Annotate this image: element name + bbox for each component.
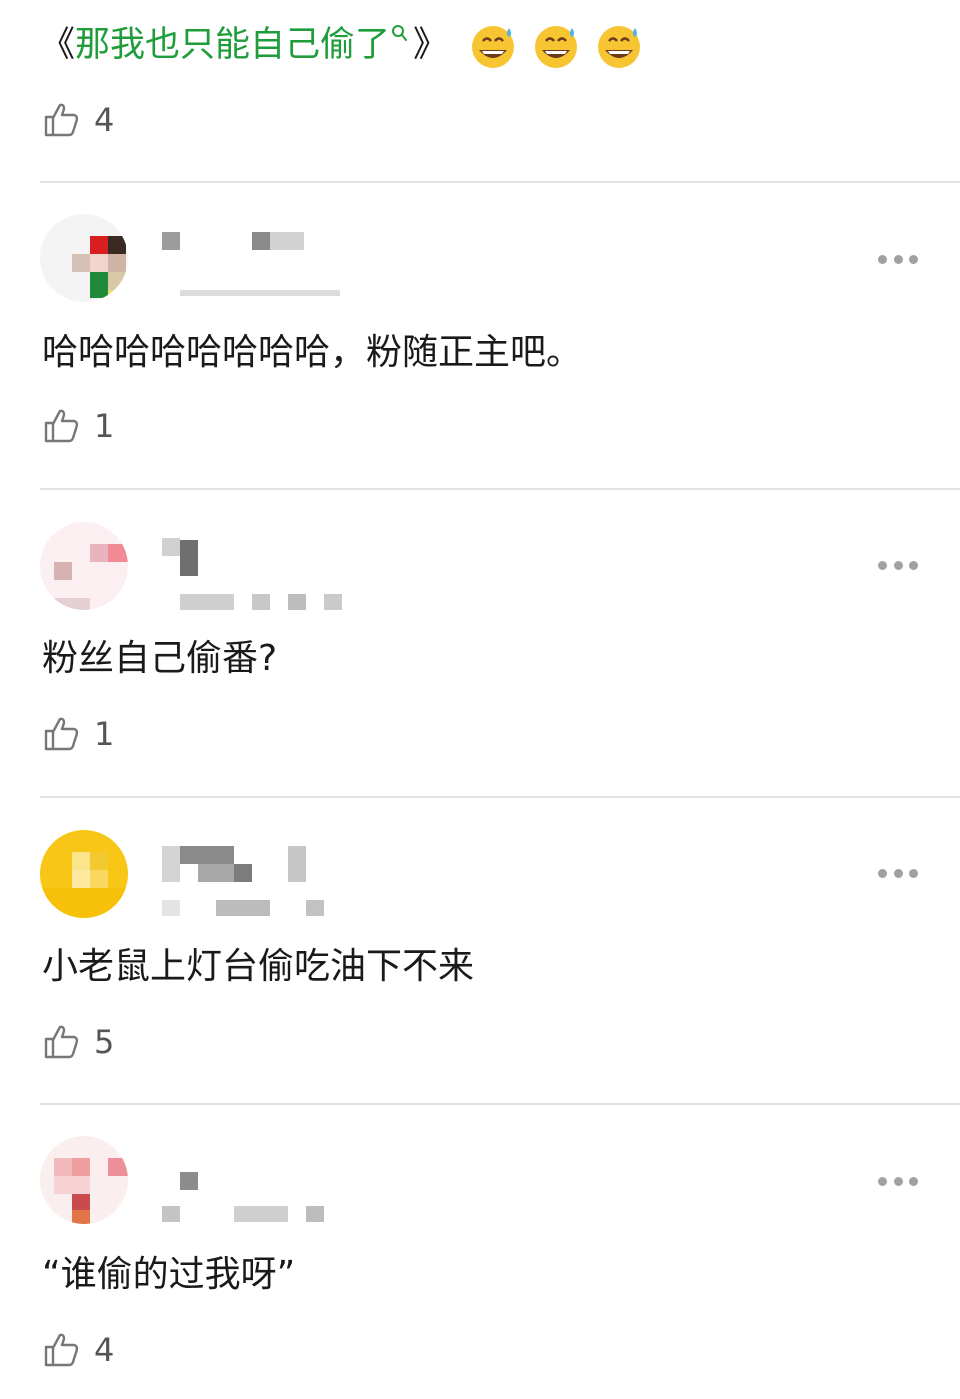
more-options-button[interactable] [878,560,918,570]
top-comment-text: 《那我也只能自己偷了》 [40,22,647,70]
username-redacted [234,864,252,882]
username-redacted [198,864,234,882]
meta-redacted [252,594,270,610]
meta-redacted [234,1206,288,1222]
username-redacted [270,232,304,250]
emoji-row [469,22,647,70]
meta-redacted [306,1206,324,1222]
avatar[interactable] [40,1136,128,1224]
comment-item: “谁偷的过我呀” 4 [0,1134,960,1399]
meta-redacted [216,900,270,916]
like-button[interactable]: 4 [42,98,114,142]
more-options-button[interactable] [878,1176,918,1186]
avatar[interactable] [40,214,128,302]
meta-redacted [324,594,342,610]
meta-redacted [288,594,306,610]
comment-text: 粉丝自己偷番? [42,638,278,679]
username-redacted [252,232,270,250]
like-button[interactable]: 4 [42,1328,114,1372]
more-options-button[interactable] [878,868,918,878]
like-count: 5 [94,1023,115,1061]
avatar[interactable] [40,522,128,610]
open-bracket: 《 [40,25,76,65]
comment-item: 哈哈哈哈哈哈哈哈，粉随正主吧。 1 [0,212,960,490]
top-comment: 《那我也只能自己偷了》 [40,14,940,74]
like-button[interactable]: 5 [42,1020,114,1064]
like-count: 4 [94,101,115,139]
meta-redacted [306,900,324,916]
divider [40,796,960,798]
username-redacted [180,540,198,576]
divider [40,488,960,490]
meta-redacted [162,1206,180,1222]
comment-item: 小老鼠上灯台偷吃油下不来 5 [0,826,960,1104]
meta-redacted [180,290,340,296]
meta-redacted [162,900,180,916]
grinning-sweat-emoji [472,26,515,68]
username-redacted [288,846,306,882]
topic-link[interactable]: 那我也只能自己偷了 [75,25,390,65]
username-redacted [180,1172,198,1190]
search-icon [391,22,413,52]
like-count: 1 [94,715,115,753]
thumbs-up-icon [44,1025,79,1059]
username-redacted [162,538,180,556]
username-redacted [162,232,180,250]
avatar[interactable] [40,830,128,918]
close-bracket: 》 [413,25,449,65]
thumbs-up-icon [44,409,79,443]
meta-redacted [180,594,234,610]
divider [40,181,960,183]
comment-item: 粉丝自己偷番? 1 [0,518,960,796]
comment-text: 小老鼠上灯台偷吃油下不来 [42,946,475,987]
more-options-button[interactable] [878,254,918,264]
grinning-sweat-emoji [598,26,641,68]
username-redacted [162,846,180,882]
grinning-sweat-emoji [535,26,578,68]
divider [40,1103,960,1105]
thumbs-up-icon [44,1333,79,1367]
comment-text: 哈哈哈哈哈哈哈哈，粉随正主吧。 [42,332,583,373]
username-redacted [180,846,234,864]
like-count: 4 [94,1331,115,1369]
comment-list-page: 《那我也只能自己偷了》 4 哈哈哈哈哈哈哈哈，粉随正主吧。 1 粉丝自己偷番? … [0,0,960,1399]
like-count: 1 [94,407,115,445]
thumbs-up-icon [44,717,79,751]
like-button[interactable]: 1 [42,404,114,448]
thumbs-up-icon [44,103,79,137]
comment-text: “谁偷的过我呀” [42,1254,296,1295]
like-button[interactable]: 1 [42,712,114,756]
